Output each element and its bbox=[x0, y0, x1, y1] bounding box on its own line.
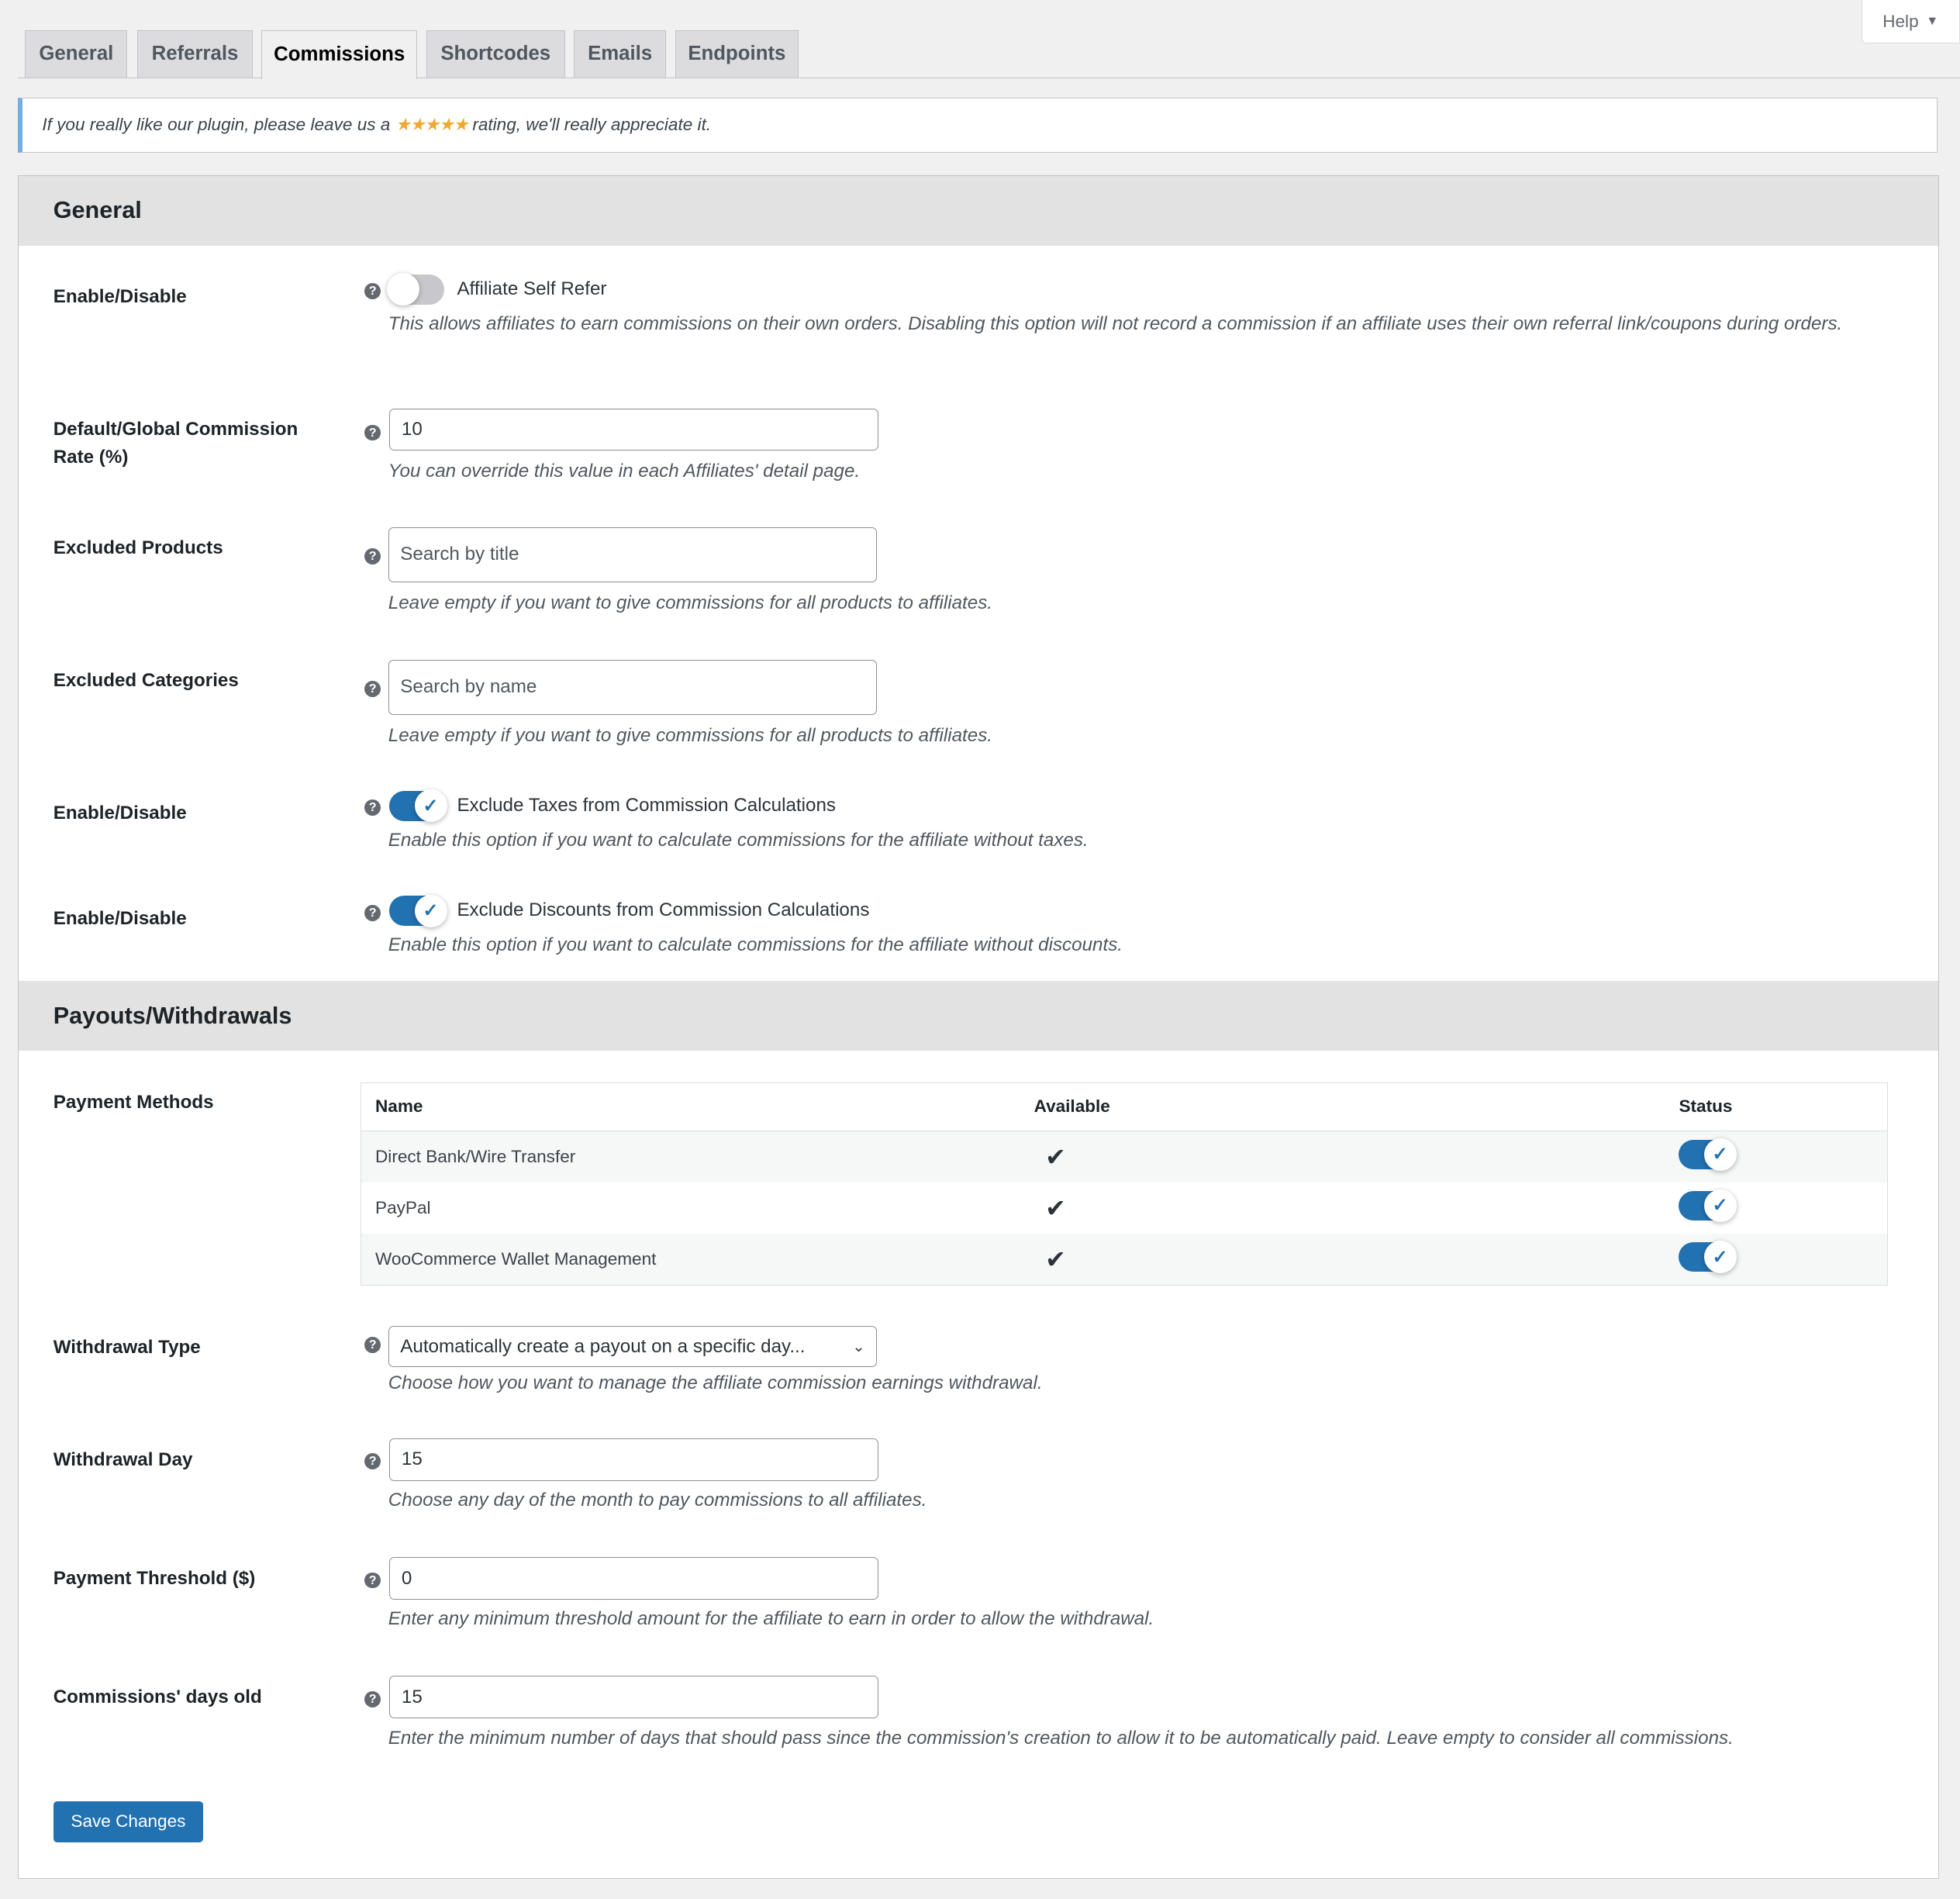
settings-page: Help ▼ General Referrals Commissions Shor… bbox=[0, 0, 1960, 1899]
available-check-icon: ✔ bbox=[1045, 1193, 1067, 1222]
excluded-products-label: Excluded Products bbox=[53, 537, 223, 559]
help-tip-icon[interactable]: ? bbox=[364, 424, 381, 441]
excluded-categories-desc: Leave empty if you want to give commissi… bbox=[388, 724, 992, 746]
section-header-payouts: Payouts/Withdrawals bbox=[18, 980, 1938, 1051]
threshold-desc: Enter any minimum threshold amount for t… bbox=[388, 1608, 1154, 1630]
toggle-knob bbox=[387, 273, 420, 306]
excluded-categories-input[interactable] bbox=[388, 659, 878, 715]
taxes-label: Enable/Disable bbox=[53, 803, 187, 824]
withdrawal-day-input[interactable] bbox=[389, 1438, 878, 1481]
star-rating-link[interactable]: ★★★★★ bbox=[395, 115, 469, 135]
tab-shortcodes[interactable]: Shortcodes bbox=[426, 29, 565, 78]
withdrawal-type-select[interactable]: Automatically create a payout on a speci… bbox=[388, 1325, 878, 1368]
help-tip-icon[interactable]: ? bbox=[364, 1690, 381, 1707]
rate-desc: You can override this value in each Affi… bbox=[388, 461, 861, 482]
withdrawal-day-desc: Choose any day of the month to pay commi… bbox=[388, 1490, 927, 1511]
days-old-desc: Enter the minimum number of days that sh… bbox=[388, 1727, 1734, 1749]
help-tip-icon[interactable]: ? bbox=[364, 283, 381, 300]
method-name: Direct Bank/Wire Transfer bbox=[361, 1131, 1020, 1183]
column-header-available: Available bbox=[1020, 1082, 1665, 1131]
excluded-products-desc: Leave empty if you want to give commissi… bbox=[388, 592, 992, 613]
self-refer-label: Enable/Disable bbox=[53, 286, 187, 308]
status-cell: ✓ bbox=[1665, 1183, 1888, 1234]
check-icon: ✓ bbox=[414, 894, 447, 927]
days-old-label: Commissions' days old bbox=[53, 1687, 262, 1708]
available-check-icon: ✔ bbox=[1020, 1233, 1665, 1286]
method-status-toggle[interactable]: ✓ bbox=[1679, 1138, 1737, 1171]
check-icon: ✓ bbox=[1703, 1241, 1737, 1273]
exclude-taxes-toggle[interactable]: ✓ bbox=[389, 789, 447, 823]
settings-tabs: General Referrals Commissions Shortcodes… bbox=[17, 29, 1960, 79]
discounts-label: Enable/Disable bbox=[53, 907, 187, 929]
tab-commissions[interactable]: Commissions bbox=[261, 29, 418, 79]
withdrawal-type-desc: Choose how you want to manage the affili… bbox=[388, 1372, 1043, 1393]
settings-panel: General Enable/Disable ? Affiliate Self … bbox=[17, 174, 1939, 1880]
method-name: PayPal bbox=[375, 1197, 431, 1217]
rate-label: Default/Global Commission Rate (%) bbox=[53, 419, 298, 468]
exclude-discounts-label: Exclude Discounts from Commission Calcul… bbox=[457, 899, 870, 921]
table-row: Direct Bank/Wire Transfer ✔ ✓ bbox=[361, 1131, 1888, 1183]
tab-endpoints[interactable]: Endpoints bbox=[675, 29, 799, 78]
payment-methods-table: Name Available Status Direct Bank/Wire T… bbox=[361, 1082, 1889, 1286]
method-status-toggle[interactable]: ✓ bbox=[1679, 1241, 1737, 1273]
help-tip-icon[interactable]: ? bbox=[364, 681, 381, 697]
self-refer-desc: This allows affiliates to earn commissio… bbox=[388, 313, 1843, 335]
check-icon: ✓ bbox=[1703, 1138, 1737, 1171]
caret-down-icon: ▼ bbox=[1926, 14, 1939, 29]
check-icon: ✓ bbox=[1703, 1189, 1737, 1222]
method-status-toggle[interactable]: ✓ bbox=[1679, 1189, 1737, 1222]
status-cell: ✓ bbox=[1665, 1233, 1888, 1286]
withdrawal-day-label: Withdrawal Day bbox=[53, 1448, 193, 1470]
payment-threshold-input[interactable] bbox=[389, 1557, 878, 1600]
discounts-desc: Enable this option if you want to calcul… bbox=[388, 934, 1123, 956]
commission-rate-input[interactable] bbox=[389, 408, 878, 451]
self-refer-toggle-label: Affiliate Self Refer bbox=[457, 278, 607, 299]
payment-methods-label: Payment Methods bbox=[53, 1091, 214, 1113]
excluded-products-input[interactable] bbox=[388, 527, 878, 582]
notice-text: If you really like our plugin, please le… bbox=[42, 115, 391, 135]
rating-notice: If you really like our plugin, please le… bbox=[17, 97, 1938, 153]
save-changes-button[interactable]: Save Changes bbox=[53, 1801, 204, 1842]
column-header-status: Status bbox=[1665, 1082, 1888, 1131]
tab-emails[interactable]: Emails bbox=[573, 29, 667, 78]
status-cell: ✓ bbox=[1665, 1131, 1888, 1183]
column-header-name: Name bbox=[361, 1082, 1020, 1131]
tab-referrals[interactable]: Referrals bbox=[137, 29, 253, 78]
exclude-discounts-toggle[interactable]: ✓ bbox=[389, 894, 447, 927]
exclude-taxes-label: Exclude Taxes from Commission Calculatio… bbox=[457, 794, 836, 816]
help-label: Help bbox=[1882, 11, 1919, 31]
available-check-icon: ✔ bbox=[1020, 1131, 1665, 1183]
table-row: PayPal ✔ ✓ bbox=[361, 1183, 1888, 1234]
chevron-down-icon: ⌄ bbox=[852, 1338, 865, 1355]
taxes-desc: Enable this option if you want to calcul… bbox=[388, 830, 1089, 851]
days-old-input[interactable] bbox=[389, 1676, 878, 1719]
help-tip-icon[interactable]: ? bbox=[364, 1337, 381, 1354]
method-name: WooCommerce Wallet Management bbox=[361, 1233, 1020, 1286]
withdrawal-type-value: Automatically create a payout on a speci… bbox=[400, 1335, 806, 1357]
notice-text-end: rating, we'll really appreciate it. bbox=[472, 115, 712, 135]
help-tip-icon[interactable]: ? bbox=[364, 1572, 381, 1589]
self-refer-toggle[interactable] bbox=[387, 273, 445, 306]
help-tip-icon[interactable]: ? bbox=[364, 548, 381, 565]
help-tip-icon[interactable]: ? bbox=[364, 799, 381, 817]
excluded-categories-label: Excluded Categories bbox=[53, 670, 239, 692]
tab-general[interactable]: General bbox=[25, 29, 128, 78]
section-header-general: General bbox=[18, 175, 1938, 246]
table-row: WooCommerce Wallet Management ✔ ✓ bbox=[361, 1233, 1888, 1286]
help-tip-icon[interactable]: ? bbox=[364, 1453, 381, 1470]
withdrawal-type-label: Withdrawal Type bbox=[53, 1336, 201, 1358]
help-tip-icon[interactable]: ? bbox=[364, 904, 381, 921]
check-icon: ✓ bbox=[414, 789, 447, 823]
threshold-label: Payment Threshold ($) bbox=[53, 1567, 256, 1589]
